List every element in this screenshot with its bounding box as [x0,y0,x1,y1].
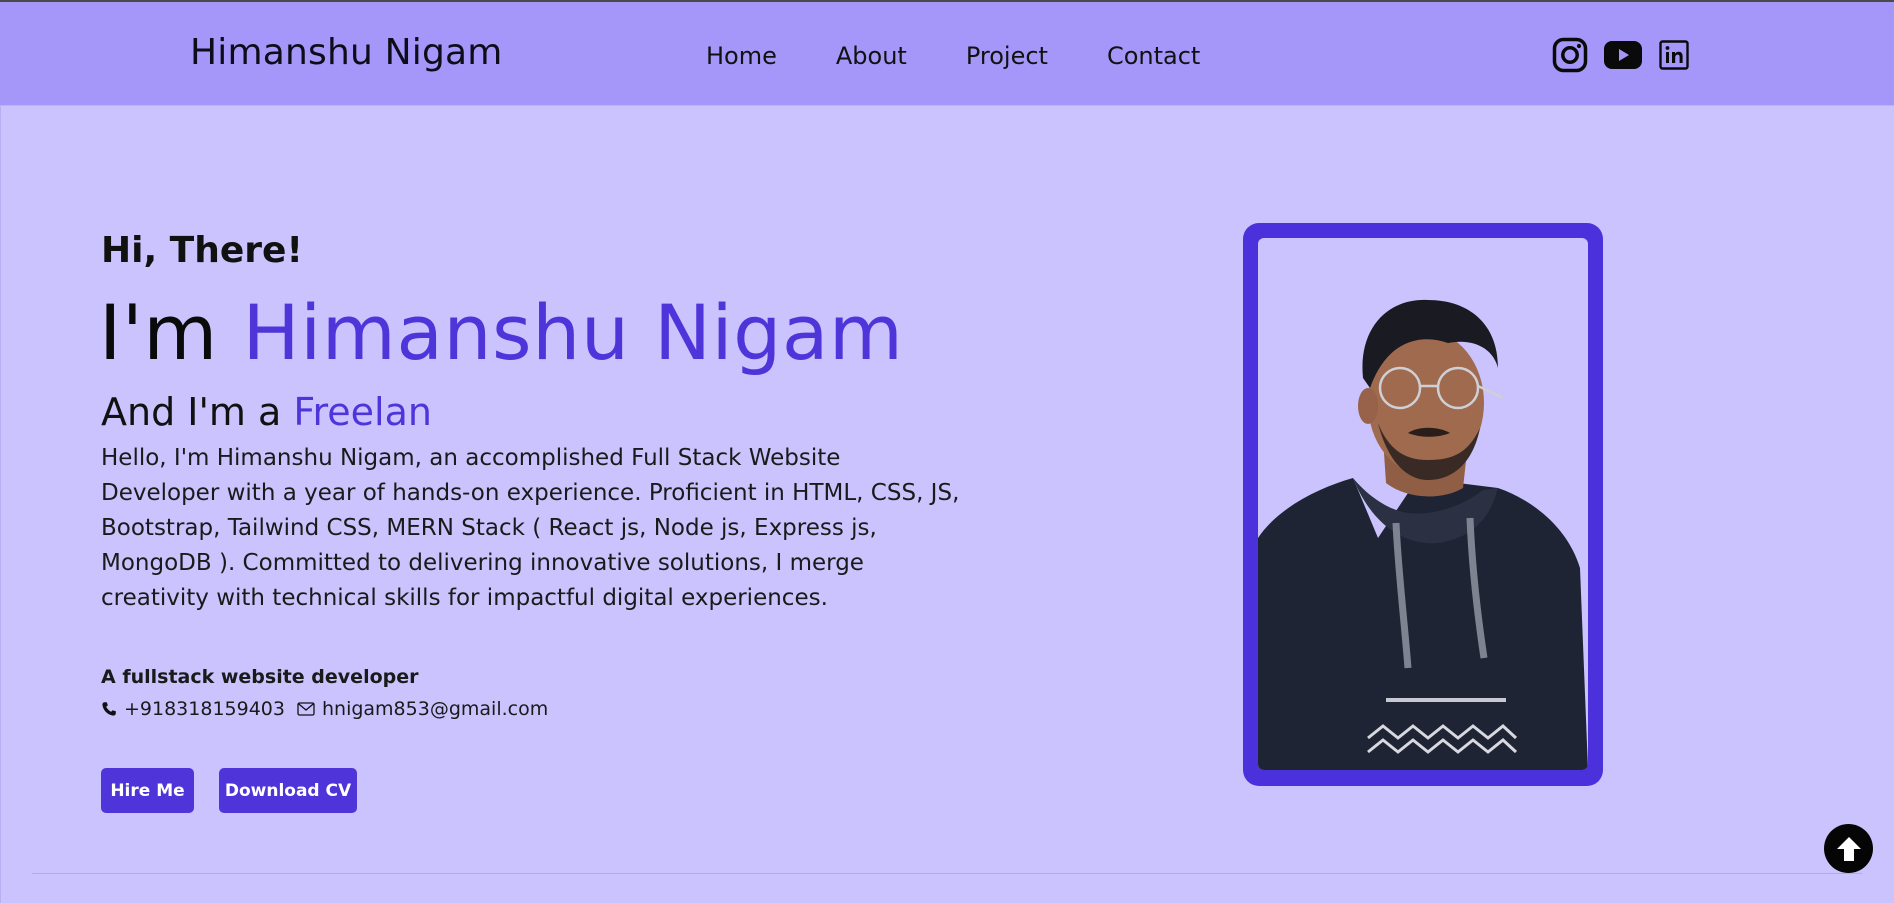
email-address: hnigam853@gmail.com [321,698,549,720]
linkedin-icon[interactable] [1659,40,1689,74]
navbar: Himanshu Nigam Home About Project Contac… [0,2,1894,106]
youtube-icon[interactable] [1604,41,1642,73]
hero-role-prefix: And I'm a [101,390,282,434]
hero-tagline: A fullstack website developer [101,666,419,688]
hero-greeting: Hi, There! [101,230,303,271]
download-cv-button[interactable]: Download CV [219,768,357,813]
page-left-edge [0,106,1,903]
hero-title: I'm Himanshu Nigam [99,288,903,377]
hire-me-button[interactable]: Hire Me [101,768,194,813]
profile-photo-frame [1243,223,1603,786]
brand-logo[interactable]: Himanshu Nigam [190,32,503,73]
mail-icon [297,702,315,716]
phone-item[interactable]: +918318159403 [101,698,285,720]
phone-number: +918318159403 [124,698,285,720]
contact-info: +918318159403 hnigam853@gmail.com [101,698,560,720]
section-divider [32,873,1862,874]
scroll-to-top-button[interactable] [1824,824,1873,873]
hero-title-prefix: I'm [99,288,218,377]
arrow-up-circle-icon [1836,836,1861,861]
email-item[interactable]: hnigam853@gmail.com [297,698,548,720]
hero-role: And I'm a Freelan [101,390,432,434]
hero-bio: Hello, I'm Himanshu Nigam, an accomplish… [101,445,960,611]
nav-link-project[interactable]: Project [966,42,1048,70]
nav-link-home[interactable]: Home [706,42,777,70]
profile-photo [1258,238,1588,770]
nav-menu: Home About Project Contact [706,42,1200,70]
nav-link-contact[interactable]: Contact [1107,42,1200,70]
instagram-icon[interactable] [1552,37,1588,77]
social-links [1552,37,1689,77]
phone-icon [102,702,116,716]
hero-title-name: Himanshu Nigam [242,288,904,377]
nav-link-about[interactable]: About [836,42,907,70]
hero-role-typed: Freelan [293,390,432,434]
